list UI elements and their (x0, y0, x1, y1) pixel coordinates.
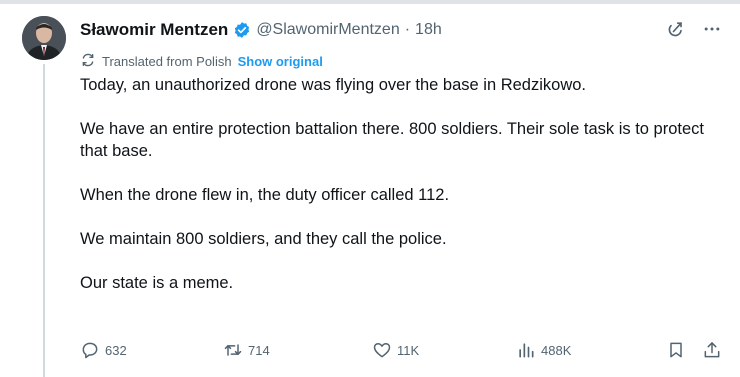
reply-count: 632 (105, 342, 127, 358)
repost-count: 714 (248, 342, 270, 358)
share-button[interactable] (702, 340, 722, 360)
author-handle[interactable]: @SlawomirMentzen (256, 21, 399, 39)
grok-icon[interactable] (666, 19, 686, 39)
tweet: Sławomir Mentzen @SlawomirMentzen · 18h (0, 4, 740, 377)
share-icon (702, 340, 722, 360)
timestamp[interactable]: 18h (415, 21, 442, 39)
repost-button[interactable]: 714 (223, 340, 270, 360)
verified-badge-icon (233, 21, 251, 39)
repost-icon (223, 340, 243, 360)
tweet-paragraph: When the drone flew in, the duty officer… (80, 186, 450, 204)
translate-icon (80, 52, 96, 71)
views-icon (516, 340, 536, 360)
bookmark-button[interactable] (666, 340, 686, 360)
translation-label: Translated from Polish (102, 54, 232, 69)
tweet-paragraph: We have an entire protection battalion t… (80, 120, 704, 160)
thread-line (43, 64, 45, 377)
like-count: 11K (397, 342, 420, 358)
tweet-paragraph: We maintain 800 soldiers, and they call … (80, 230, 447, 248)
translation-notice: Translated from Polish Show original (80, 52, 323, 71)
views-button[interactable]: 488K (516, 340, 571, 360)
show-original-link[interactable]: Show original (238, 54, 323, 69)
avatar[interactable] (22, 16, 66, 60)
tweet-body: Today, an unauthorized drone was flying … (80, 74, 720, 316)
tweet-paragraph: Our state is a meme. (80, 274, 234, 292)
like-button[interactable]: 11K (372, 340, 419, 360)
bookmark-icon (666, 340, 686, 360)
action-bar: 632 714 11K 488K (80, 340, 725, 362)
more-icon[interactable] (702, 19, 722, 39)
reply-icon (80, 340, 100, 360)
reply-button[interactable]: 632 (80, 340, 127, 360)
like-icon (372, 340, 392, 360)
author-name[interactable]: Sławomir Mentzen (80, 20, 228, 40)
views-count: 488K (541, 342, 572, 358)
tweet-paragraph: Today, an unauthorized drone was flying … (80, 76, 586, 94)
separator-dot: · (404, 21, 411, 38)
tweet-header: Sławomir Mentzen @SlawomirMentzen · 18h (80, 18, 442, 42)
top-actions (666, 19, 722, 39)
